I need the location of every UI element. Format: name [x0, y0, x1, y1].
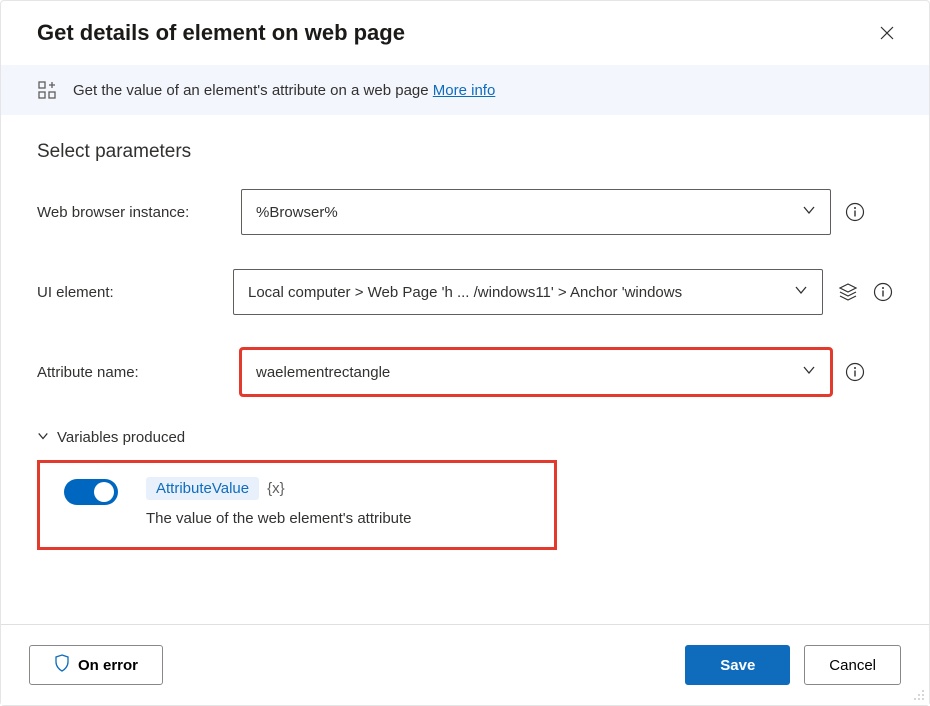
attribute-name-combobox[interactable]: waelementrectangle — [241, 349, 831, 395]
info-bar-message: Get the value of an element's attribute … — [73, 82, 429, 99]
resize-grip[interactable] — [911, 687, 925, 701]
variable-name-chip[interactable]: AttributeValue — [146, 477, 259, 500]
param-label-uielement: UI element: — [37, 284, 219, 301]
save-button[interactable]: Save — [685, 645, 790, 685]
info-icon-browser[interactable] — [845, 202, 865, 222]
info-bar-text: Get the value of an element's attribute … — [73, 82, 495, 99]
variable-symbol: {x} — [267, 480, 285, 497]
variable-description: The value of the web element's attribute — [146, 510, 534, 527]
param-row-attribute: Attribute name: waelementrectangle — [37, 349, 893, 395]
shield-icon — [54, 654, 70, 676]
browser-instance-dropdown[interactable]: %Browser% — [241, 189, 831, 235]
info-bar: Get the value of an element's attribute … — [1, 65, 929, 115]
browser-instance-value: %Browser% — [256, 204, 794, 221]
variable-row: AttributeValue {x} The value of the web … — [64, 477, 534, 527]
info-icon-uielement[interactable] — [873, 282, 893, 302]
on-error-label: On error — [78, 657, 138, 674]
param-row-uielement: UI element: Local computer > Web Page 'h… — [37, 269, 893, 315]
close-button[interactable] — [873, 19, 901, 47]
on-error-button[interactable]: On error — [29, 645, 163, 685]
close-icon — [879, 25, 895, 41]
toggle-knob — [94, 482, 114, 502]
chevron-down-icon — [802, 203, 816, 221]
dialog-body: Select parameters Web browser instance: … — [1, 115, 929, 624]
variables-box: AttributeValue {x} The value of the web … — [37, 460, 557, 550]
dialog-footer: On error Save Cancel — [1, 624, 929, 705]
chevron-down-icon — [802, 363, 816, 381]
chevron-down-icon — [37, 429, 49, 446]
more-info-link[interactable]: More info — [433, 82, 496, 99]
variable-enabled-toggle[interactable] — [64, 479, 118, 505]
section-title: Select parameters — [37, 141, 893, 163]
ui-element-value: Local computer > Web Page 'h ... /window… — [248, 284, 786, 301]
apps-icon — [37, 79, 59, 101]
dialog-title: Get details of element on web page — [37, 20, 873, 46]
cancel-button[interactable]: Cancel — [804, 645, 901, 685]
variables-produced-toggle[interactable]: Variables produced — [37, 429, 893, 446]
attribute-name-value: waelementrectangle — [256, 364, 794, 381]
param-label-browser: Web browser instance: — [37, 204, 227, 221]
param-row-browser: Web browser instance: %Browser% — [37, 189, 893, 235]
chevron-down-icon — [794, 283, 808, 301]
param-label-attribute: Attribute name: — [37, 364, 227, 381]
variables-produced-label: Variables produced — [57, 429, 185, 446]
ui-element-picker-button[interactable] — [837, 281, 859, 303]
ui-element-dropdown[interactable]: Local computer > Web Page 'h ... /window… — [233, 269, 823, 315]
dialog-header: Get details of element on web page — [1, 1, 929, 65]
info-icon-attribute[interactable] — [845, 362, 865, 382]
